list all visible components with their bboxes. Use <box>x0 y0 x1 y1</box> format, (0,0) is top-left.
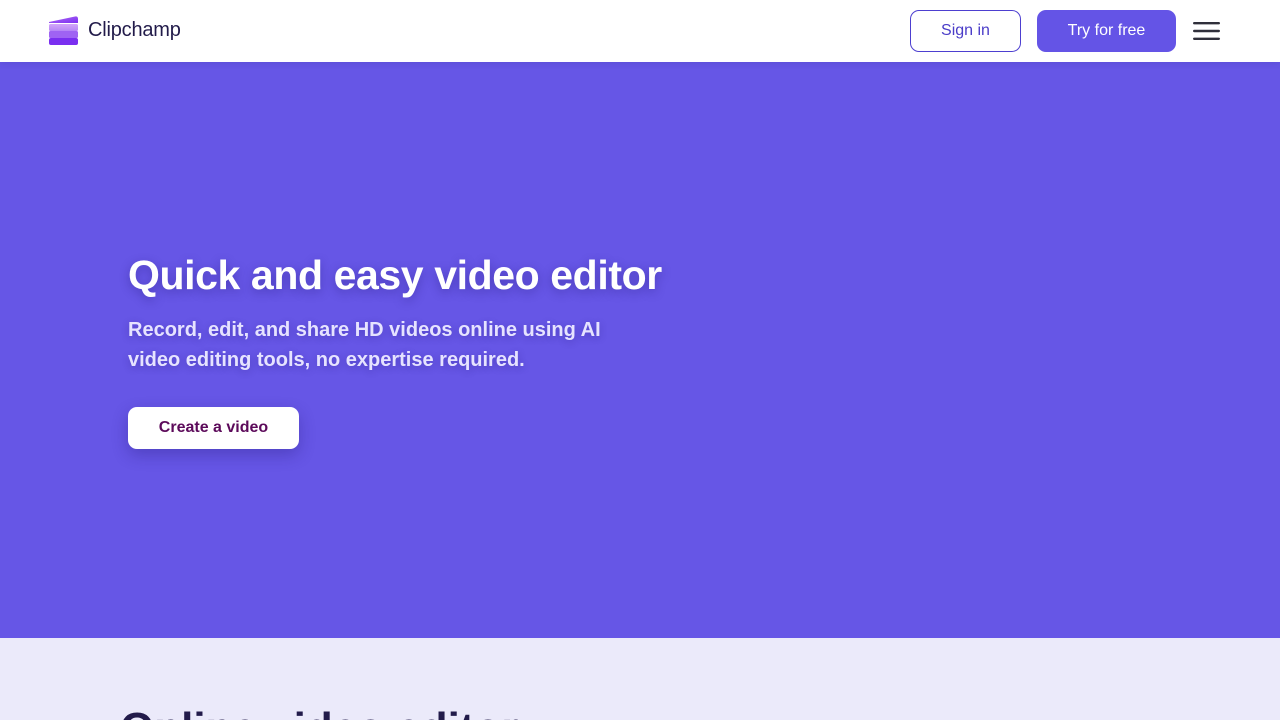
hamburger-menu-button[interactable] <box>1190 16 1224 46</box>
hero-subtitle: Record, edit, and share HD videos online… <box>128 319 601 371</box>
site-header: Clipchamp Sign in Try for free <box>0 0 1280 62</box>
hamburger-menu-icon <box>1193 22 1220 40</box>
clipchamp-logo-icon <box>49 16 78 45</box>
clipchamp-logo-link[interactable]: Clipchamp <box>48 15 181 46</box>
try-for-free-button[interactable]: Try for free <box>1037 10 1176 52</box>
sign-in-button[interactable]: Sign in <box>910 10 1021 52</box>
hero-title: Quick and easy video editor <box>128 252 662 298</box>
section-title: Online video editor <box>120 704 519 720</box>
online-editor-section: Online video editor <box>0 638 1280 720</box>
create-video-button[interactable]: Create a video <box>128 407 299 449</box>
hero-section: Quick and easy video editor Record, edit… <box>0 62 1280 638</box>
logo-text: Clipchamp <box>88 19 181 41</box>
